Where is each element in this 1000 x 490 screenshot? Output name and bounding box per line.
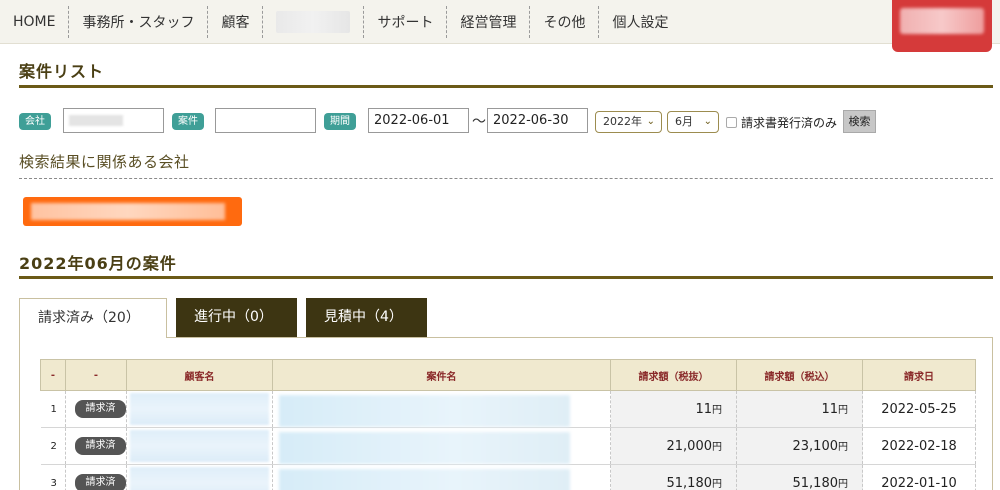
related-companies-heading: 検索結果に関係ある会社 bbox=[19, 153, 190, 171]
table-row[interactable]: 2 請求済 21,000円 23,100円 2022-02-18 bbox=[40, 427, 976, 465]
year-select-value: 2022年 bbox=[603, 115, 642, 128]
nav-office-staff[interactable]: 事務所・スタッフ bbox=[69, 5, 209, 38]
nav-other[interactable]: その他 bbox=[530, 5, 600, 38]
case-input[interactable] bbox=[215, 108, 316, 133]
period-label: 期間 bbox=[324, 113, 356, 130]
amount-ex-tax-cell: 21,000円 bbox=[610, 427, 737, 465]
case-cell[interactable] bbox=[272, 464, 611, 490]
row-number: 1 bbox=[40, 390, 66, 428]
nav-redacted[interactable] bbox=[263, 5, 365, 38]
yen-unit: 円 bbox=[838, 479, 848, 490]
nav-management[interactable]: 経営管理 bbox=[447, 5, 531, 38]
tab-invoiced[interactable]: 請求済み（20） bbox=[19, 298, 167, 338]
customer-cell[interactable] bbox=[126, 390, 273, 428]
yen-unit: 円 bbox=[712, 442, 722, 453]
case-label: 案件 bbox=[172, 113, 204, 130]
amount-in-tax-cell: 11円 bbox=[736, 390, 863, 428]
search-form: 会社 案件 期間 2022-06-01 〜 2022-06-30 2022年 ⌄ … bbox=[19, 108, 979, 134]
nav-personal-settings[interactable]: 個人設定 bbox=[599, 6, 681, 38]
col-header-invoice-date[interactable]: 請求日 bbox=[862, 359, 976, 391]
yen-unit: 円 bbox=[838, 442, 848, 453]
row-number: 3 bbox=[40, 464, 66, 490]
chevron-down-icon: ⌄ bbox=[703, 116, 712, 127]
customer-cell[interactable] bbox=[126, 464, 273, 490]
nav-customers[interactable]: 顧客 bbox=[208, 5, 264, 38]
case-cell[interactable] bbox=[272, 390, 611, 428]
amount-ex-tax: 11 bbox=[695, 402, 712, 417]
redacted-value bbox=[69, 115, 123, 126]
amount-in-tax-cell: 51,180円 bbox=[736, 464, 863, 490]
table-row[interactable]: 1 請求済 11円 11円 2022-05-25 bbox=[40, 390, 976, 428]
redacted-case bbox=[279, 395, 570, 427]
month-select[interactable]: 6月 ⌄ bbox=[667, 111, 719, 133]
month-heading: 2022年06月の案件 bbox=[19, 254, 177, 273]
invoice-date: 2022-02-18 bbox=[862, 427, 976, 465]
customer-cell[interactable] bbox=[126, 427, 273, 465]
amount-ex-tax: 51,180 bbox=[666, 476, 713, 490]
amount-in-tax: 11 bbox=[821, 402, 838, 417]
col-header-amount-in-tax[interactable]: 請求額（税込） bbox=[736, 359, 863, 391]
yen-unit: 円 bbox=[838, 405, 848, 416]
user-menu-button[interactable] bbox=[892, 0, 992, 52]
range-tilde: 〜 bbox=[472, 114, 486, 130]
status-cell: 請求済 bbox=[65, 427, 127, 465]
amount-ex-tax-cell: 51,180円 bbox=[610, 464, 737, 490]
search-button[interactable]: 検索 bbox=[843, 110, 876, 133]
redacted-company-name bbox=[31, 203, 225, 220]
redacted-customer bbox=[130, 430, 269, 462]
top-nav: HOME 事務所・スタッフ 顧客 サポート 経営管理 その他 個人設定 bbox=[0, 0, 1000, 44]
cases-table: - - 顧客名 案件名 請求額（税抜） 請求額（税込） 請求日 1 請求済 11… bbox=[40, 359, 976, 490]
amount-ex-tax-cell: 11円 bbox=[610, 390, 737, 428]
redacted-username bbox=[900, 8, 984, 34]
col-header-case[interactable]: 案件名 bbox=[272, 359, 611, 391]
month-rule bbox=[19, 276, 993, 279]
status-cell: 請求済 bbox=[65, 464, 127, 490]
status-cell: 請求済 bbox=[65, 390, 127, 428]
redacted-customer bbox=[130, 393, 269, 425]
col-header-status: - bbox=[65, 359, 127, 391]
related-company-button[interactable] bbox=[23, 197, 242, 226]
status-badge[interactable]: 請求済 bbox=[75, 437, 126, 455]
status-badge[interactable]: 請求済 bbox=[75, 400, 126, 418]
amount-in-tax-cell: 23,100円 bbox=[736, 427, 863, 465]
amount-in-tax: 23,100 bbox=[792, 439, 839, 454]
status-badge[interactable]: 請求済 bbox=[75, 474, 126, 490]
invoiced-only-label: 請求書発行済のみ bbox=[741, 116, 838, 130]
invoice-date: 2022-05-25 bbox=[862, 390, 976, 428]
page-title: 案件リスト bbox=[19, 62, 105, 81]
redacted-case bbox=[279, 432, 570, 464]
col-header-amount-ex-tax[interactable]: 請求額（税抜） bbox=[610, 359, 737, 391]
tab-in-progress[interactable]: 進行中（0） bbox=[176, 298, 297, 337]
title-rule bbox=[19, 85, 993, 88]
redacted-customer bbox=[130, 467, 269, 490]
yen-unit: 円 bbox=[712, 479, 722, 490]
date-from-input[interactable]: 2022-06-01 bbox=[368, 108, 469, 133]
month-select-value: 6月 bbox=[675, 115, 693, 128]
yen-unit: 円 bbox=[712, 405, 722, 416]
amount-ex-tax: 21,000 bbox=[666, 439, 713, 454]
redacted-case bbox=[279, 469, 570, 490]
nav-home[interactable]: HOME bbox=[0, 5, 70, 38]
invoice-date: 2022-01-10 bbox=[862, 464, 976, 490]
redacted-block bbox=[276, 10, 351, 33]
year-select[interactable]: 2022年 ⌄ bbox=[595, 111, 662, 133]
row-number: 2 bbox=[40, 427, 66, 465]
dashed-divider bbox=[19, 178, 993, 179]
table-row[interactable]: 3 請求済 51,180円 51,180円 2022-01-10 bbox=[40, 464, 976, 490]
col-header-customer[interactable]: 顧客名 bbox=[126, 359, 273, 391]
case-cell[interactable] bbox=[272, 427, 611, 465]
tab-estimating[interactable]: 見積中（4） bbox=[306, 298, 427, 337]
invoiced-only-checkbox[interactable] bbox=[726, 117, 737, 128]
invoiced-only-checkbox-wrap[interactable]: 請求書発行済のみ bbox=[726, 114, 837, 131]
company-label: 会社 bbox=[19, 113, 51, 130]
nav-support[interactable]: サポート bbox=[364, 5, 448, 38]
company-input[interactable] bbox=[63, 108, 164, 133]
amount-in-tax: 51,180 bbox=[792, 476, 839, 490]
table-header-row: - - 顧客名 案件名 請求額（税抜） 請求額（税込） 請求日 bbox=[40, 359, 976, 391]
date-to-input[interactable]: 2022-06-30 bbox=[487, 108, 588, 133]
col-header-index: - bbox=[40, 359, 66, 391]
chevron-down-icon: ⌄ bbox=[646, 116, 655, 127]
